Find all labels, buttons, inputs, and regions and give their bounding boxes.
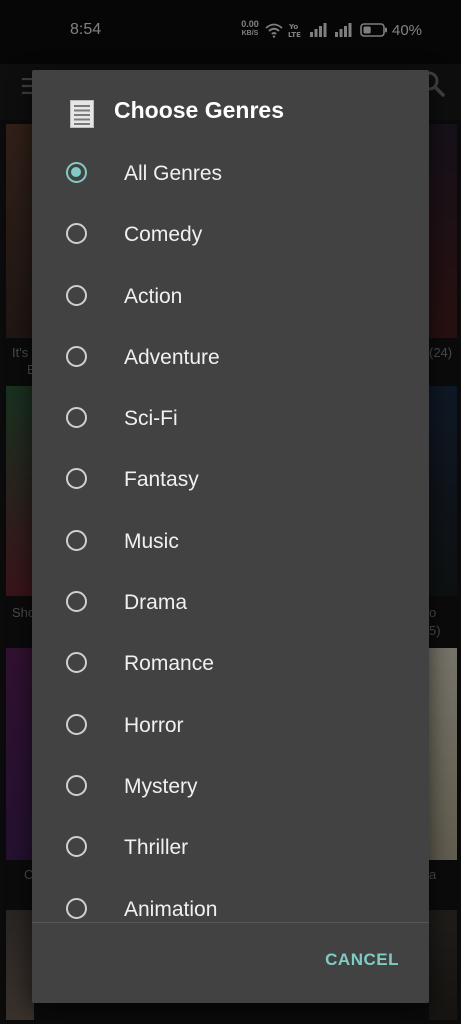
genre-option-comedy[interactable]: Comedy <box>32 205 429 266</box>
screen: 8:54 0.00 KB/S Yo LTE 40% ☰ It's (24) Sh… <box>0 0 461 1024</box>
genre-option-label: Fantasy <box>124 468 199 492</box>
genre-option-label: Horror <box>124 713 184 737</box>
genre-option-fantasy[interactable]: Fantasy <box>32 450 429 511</box>
list-document-icon <box>70 100 94 128</box>
genre-option-label: Sci-Fi <box>124 407 178 431</box>
radio-button[interactable] <box>66 591 87 613</box>
genre-option-label: Music <box>124 529 179 553</box>
genre-option-label: Romance <box>124 652 214 676</box>
radio-button[interactable] <box>66 407 87 429</box>
genre-option-all-genres[interactable]: All Genres <box>32 144 429 205</box>
radio-button[interactable] <box>66 345 87 367</box>
radio-button[interactable] <box>66 713 87 735</box>
genre-option-label: Adventure <box>124 345 220 369</box>
genre-option-label: Comedy <box>124 223 203 247</box>
genre-option-horror[interactable]: Horror <box>32 696 429 757</box>
genre-option-mystery[interactable]: Mystery <box>32 757 429 818</box>
genre-option-sci-fi[interactable]: Sci-Fi <box>32 389 429 450</box>
genre-option-animation[interactable]: Animation <box>32 880 429 922</box>
genre-option-label: Action <box>124 284 183 308</box>
genre-option-action[interactable]: Action <box>32 267 429 328</box>
radio-button[interactable] <box>66 223 87 245</box>
choose-genres-dialog: Choose Genres All Genres Comedy Action A… <box>32 70 429 1003</box>
genre-options-list[interactable]: All Genres Comedy Action Adventure Sci-F… <box>32 144 429 922</box>
radio-button[interactable] <box>66 529 87 551</box>
genre-option-music[interactable]: Music <box>32 512 429 573</box>
radio-button[interactable] <box>66 652 87 674</box>
genre-option-label: Drama <box>124 591 188 615</box>
radio-button[interactable] <box>66 836 87 858</box>
genre-option-label: All Genres <box>124 162 223 185</box>
cancel-button[interactable]: CANCEL <box>317 946 407 974</box>
dialog-title: Choose Genres <box>114 97 284 123</box>
dialog-divider <box>32 922 429 923</box>
genre-option-label: Thriller <box>124 836 189 860</box>
radio-button[interactable] <box>66 468 87 490</box>
genre-option-romance[interactable]: Romance <box>32 634 429 695</box>
genre-option-drama[interactable]: Drama <box>32 573 429 634</box>
dialog-header: Choose Genres <box>32 70 429 152</box>
genre-option-thriller[interactable]: Thriller <box>32 818 429 879</box>
radio-button-selected[interactable] <box>66 162 87 183</box>
radio-button[interactable] <box>66 284 87 306</box>
radio-button[interactable] <box>66 897 87 919</box>
radio-button[interactable] <box>66 774 87 796</box>
genre-option-label: Animation <box>124 897 218 921</box>
genre-option-adventure[interactable]: Adventure <box>32 328 429 389</box>
genre-option-label: Mystery <box>124 774 198 798</box>
